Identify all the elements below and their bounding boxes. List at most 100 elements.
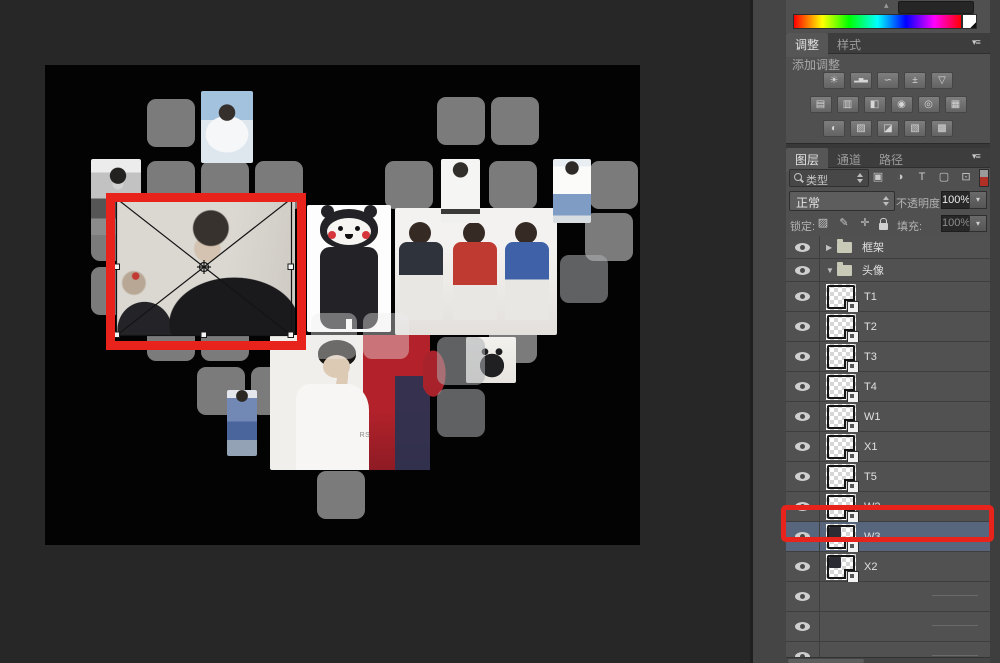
layer-row-body[interactable]: T2 (820, 312, 990, 343)
gradient-map-icon[interactable]: ▩ (931, 120, 953, 137)
lock-all-icon[interactable] (879, 217, 888, 230)
curves-icon[interactable]: ∽ (877, 72, 899, 89)
eye-icon[interactable] (795, 442, 810, 451)
filter-toggle-switch[interactable] (979, 169, 989, 187)
kind-filter-dropdown[interactable]: 类型 (789, 169, 869, 187)
expand-arrow-icon[interactable]: ▶ (826, 243, 837, 252)
smart-object-filter-icon[interactable]: ⊡ (958, 169, 974, 185)
eye-icon[interactable] (795, 352, 810, 361)
layer-thumbnail[interactable] (826, 463, 859, 493)
tfboys-photo[interactable] (395, 208, 557, 335)
shape-layer-filter-icon[interactable]: ▢ (936, 169, 952, 185)
color-lookup-icon[interactable]: ▦ (944, 96, 967, 113)
layer-name[interactable]: X2 (864, 561, 877, 573)
boy-standing-photo[interactable] (553, 159, 591, 223)
eye-icon[interactable] (795, 292, 810, 301)
eye-icon[interactable] (795, 265, 810, 275)
scrollbar-thumb[interactable] (788, 659, 864, 663)
layer-row[interactable]: X2 (786, 552, 990, 583)
layer-thumbnail[interactable] (826, 283, 859, 313)
layer-row[interactable]: W1 (786, 402, 990, 433)
layer-row-body[interactable]: X2 (820, 552, 990, 583)
pixel-layer-filter-icon[interactable]: ▣ (870, 169, 886, 185)
layer-thumbnail[interactable] (826, 433, 859, 463)
layer-row-body[interactable]: T5 (820, 462, 990, 493)
layer-row-body[interactable]: ▼ 头像 (820, 259, 990, 281)
layer-row[interactable]: T3 (786, 342, 990, 373)
hue-saturation-icon[interactable]: ▤ (809, 96, 832, 113)
layer-name[interactable]: T4 (864, 381, 877, 393)
lock-position-icon[interactable]: ✛ (858, 215, 872, 231)
layer-row-body[interactable]: T1 (820, 282, 990, 313)
vibrance-icon[interactable]: ▽ (931, 72, 953, 89)
invert-icon[interactable]: ◐ (823, 120, 845, 137)
eye-icon[interactable] (795, 622, 810, 631)
layer-thumbnail[interactable] (826, 313, 859, 343)
tab-styles[interactable]: 样式 (828, 33, 870, 57)
layer-row[interactable]: X1 (786, 432, 990, 463)
color-ramp[interactable] (793, 14, 962, 29)
layer-row[interactable]: T4 (786, 372, 990, 403)
color-balance-icon[interactable]: ▥ (836, 96, 859, 113)
eye-icon[interactable] (795, 322, 810, 331)
fill-value[interactable]: 100% (941, 215, 970, 232)
layer-thumbnail[interactable] (826, 553, 859, 583)
eye-icon[interactable] (795, 472, 810, 481)
empty-layer-row[interactable] (786, 612, 990, 642)
boy-blue-photo[interactable] (227, 390, 257, 456)
layer-row-body[interactable]: X1 (820, 432, 990, 463)
layer-name[interactable]: T3 (864, 351, 877, 363)
channel-mixer-icon[interactable]: ◎ (917, 96, 940, 113)
posterize-icon[interactable]: ▨ (850, 120, 872, 137)
levels-icon[interactable]: ▂▅▃ (850, 72, 872, 89)
lock-transparent-pixels-icon[interactable]: ▨ (816, 215, 830, 231)
brightness-contrast-icon[interactable]: ☀ (823, 72, 845, 89)
boy-white-photo[interactable] (441, 159, 480, 223)
layer-name[interactable]: 头像 (862, 262, 884, 278)
eye-icon[interactable] (795, 592, 810, 601)
adjustment-layer-filter-icon[interactable]: ◑ (892, 169, 908, 185)
layer-row-body[interactable] (820, 612, 990, 641)
layer-name[interactable]: W1 (864, 411, 881, 423)
layer-row-body[interactable]: W1 (820, 402, 990, 433)
panel-menu-icon[interactable]: ▾≡ (972, 151, 981, 162)
tab-adjustments[interactable]: 调整 (786, 33, 829, 57)
layer-row[interactable]: T1 (786, 282, 990, 313)
eye-icon[interactable] (795, 562, 810, 571)
black-and-white-icon[interactable]: ◧ (863, 96, 886, 113)
layer-name[interactable]: T5 (864, 471, 877, 483)
fill-dropdown-button[interactable]: ▾ (969, 215, 987, 232)
layer-row-body[interactable]: T4 (820, 372, 990, 403)
opacity-dropdown-button[interactable]: ▾ (969, 191, 987, 209)
opacity-value[interactable]: 100% (941, 191, 970, 209)
lock-image-pixels-icon[interactable]: ✎ (837, 215, 851, 231)
layer-thumbnail[interactable] (826, 403, 859, 433)
blend-mode-dropdown[interactable]: 正常 (789, 191, 895, 211)
layer-name[interactable]: X1 (864, 441, 877, 453)
boy-sky-photo[interactable] (201, 91, 253, 163)
layer-name[interactable]: T2 (864, 321, 877, 333)
layer-thumbnail[interactable] (826, 343, 859, 373)
layer-row-body[interactable]: T3 (820, 342, 990, 373)
eye-icon[interactable] (795, 242, 810, 252)
empty-layer-row[interactable] (786, 582, 990, 612)
layer-row[interactable]: T5 (786, 462, 990, 493)
color-value-field[interactable] (898, 1, 974, 14)
selective-color-icon[interactable]: ▧ (904, 120, 926, 137)
collapse-arrow-icon[interactable]: ▼ (826, 266, 837, 275)
layer-name[interactable]: T1 (864, 291, 877, 303)
photo-filter-icon[interactable]: ◉ (890, 96, 913, 113)
canvas[interactable]: RS (45, 65, 640, 545)
layer-row-body[interactable] (820, 582, 990, 611)
layer-thumbnail[interactable] (826, 373, 859, 403)
type-layer-filter-icon[interactable]: T (914, 169, 930, 185)
layer-group-row[interactable]: ▶ 框架 (786, 236, 990, 259)
exposure-icon[interactable]: ± (904, 72, 926, 89)
eye-icon[interactable] (795, 382, 810, 391)
panel-menu-icon[interactable]: ▾≡ (972, 37, 981, 48)
layer-row[interactable]: T2 (786, 312, 990, 343)
layer-group-row[interactable]: ▼ 头像 (786, 259, 990, 282)
layer-name[interactable]: 框架 (862, 239, 884, 255)
white-swatch[interactable] (962, 14, 977, 29)
layer-row-body[interactable]: ▶ 框架 (820, 236, 990, 258)
